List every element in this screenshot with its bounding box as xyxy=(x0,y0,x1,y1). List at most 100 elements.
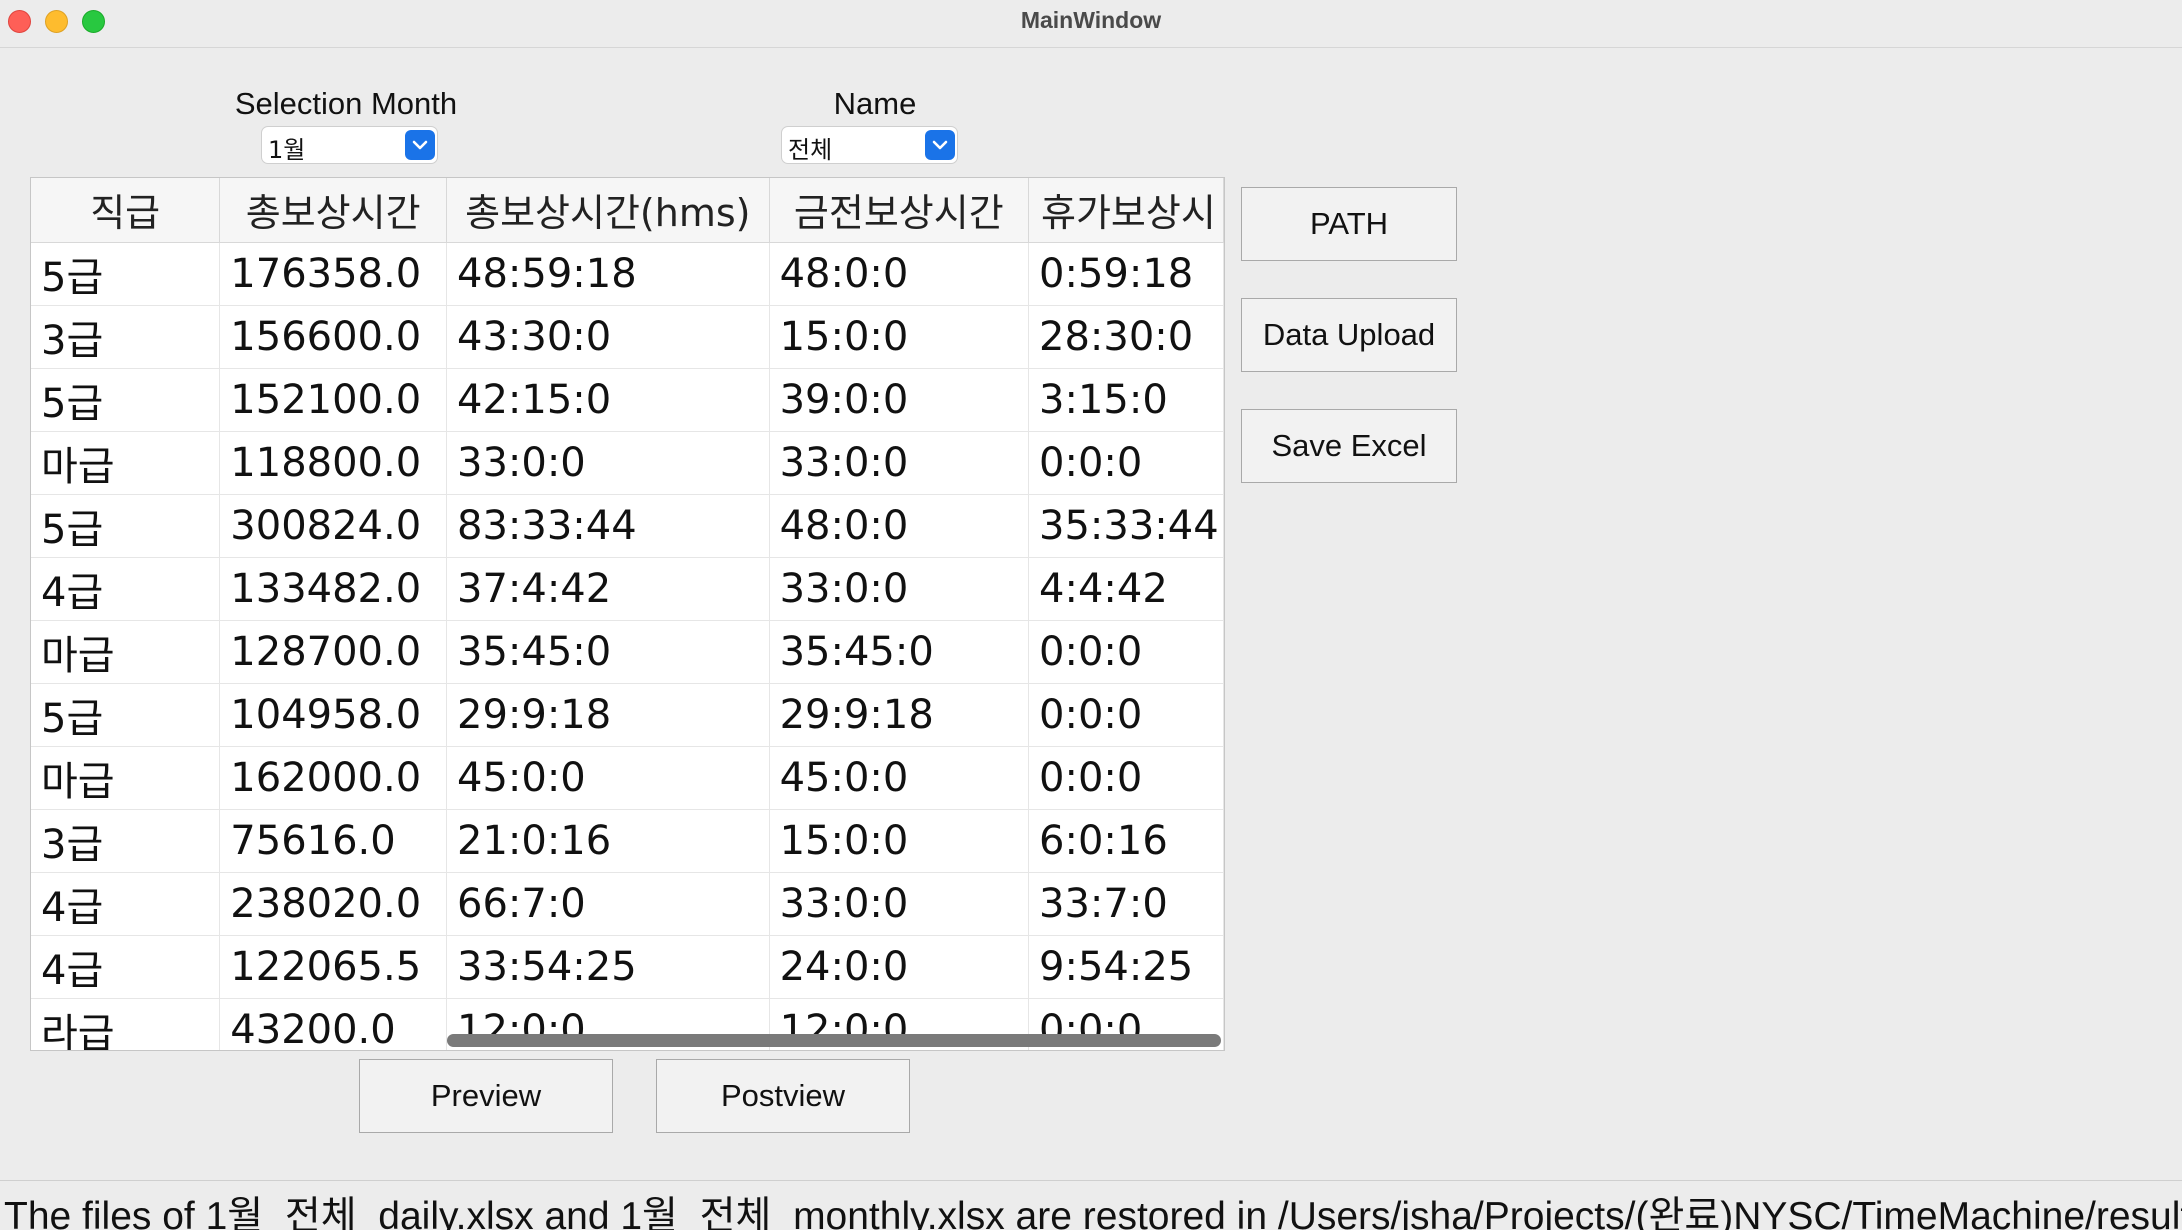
chevron-down-icon[interactable] xyxy=(925,130,955,160)
table-cell[interactable]: 48:0:0 xyxy=(769,494,1030,558)
table-cell[interactable]: 24:0:0 xyxy=(769,935,1030,999)
table-cell[interactable]: 43200.0 xyxy=(219,998,447,1050)
table-cell[interactable]: 75616.0 xyxy=(219,809,447,873)
table-row[interactable]: 3급 75616.0 21:0:16 15:0:0 6:0:16 xyxy=(31,809,1224,873)
column-header[interactable]: 직급 xyxy=(31,178,221,243)
table-cell[interactable]: 300824.0 xyxy=(219,494,447,558)
table-cell[interactable]: 0:59:18 xyxy=(1028,242,1224,306)
table-cell[interactable]: 33:0:0 xyxy=(769,872,1030,936)
table-cell[interactable]: 라급 xyxy=(31,998,221,1050)
table-cell[interactable]: 42:15:0 xyxy=(446,368,770,432)
table-cell[interactable]: 3:15:0 xyxy=(1028,368,1224,432)
table-cell[interactable]: 176358.0 xyxy=(219,242,447,306)
table-row[interactable]: 마급 128700.0 35:45:0 35:45:0 0:0:0 xyxy=(31,620,1224,684)
table-cell[interactable]: 162000.0 xyxy=(219,746,447,810)
table-row[interactable]: 마급 162000.0 45:0:0 45:0:0 0:0:0 xyxy=(31,746,1224,810)
horizontal-scrollbar[interactable] xyxy=(447,1034,1221,1047)
table-row[interactable]: 4급 133482.0 37:4:42 33:0:0 4:4:42 xyxy=(31,557,1224,621)
table-cell[interactable]: 48:0:0 xyxy=(769,242,1030,306)
save-excel-button[interactable]: Save Excel xyxy=(1241,409,1457,483)
table-cell[interactable]: 238020.0 xyxy=(219,872,447,936)
table-cell[interactable]: 3급 xyxy=(31,809,221,873)
table-cell[interactable]: 5급 xyxy=(31,683,221,747)
table-cell[interactable]: 4급 xyxy=(31,935,221,999)
table-header-row: 직급 총보상시간 총보상시간(hms) 금전보상시간 휴가보상시 xyxy=(31,178,1224,243)
table-row[interactable]: 5급 176358.0 48:59:18 48:0:0 0:59:18 xyxy=(31,242,1224,306)
month-select-value: 1월 xyxy=(268,136,306,164)
table-cell[interactable]: 5급 xyxy=(31,368,221,432)
title-bar: MainWindow xyxy=(0,0,2182,48)
table-cell[interactable]: 29:9:18 xyxy=(446,683,770,747)
data-table[interactable]: 직급 총보상시간 총보상시간(hms) 금전보상시간 휴가보상시 5급 1763… xyxy=(30,177,1225,1051)
table-row[interactable]: 3급 156600.0 43:30:0 15:0:0 28:30:0 xyxy=(31,305,1224,369)
table-cell[interactable]: 37:4:42 xyxy=(446,557,770,621)
chevron-down-icon[interactable] xyxy=(405,130,435,160)
table-cell[interactable]: 0:0:0 xyxy=(1028,620,1224,684)
column-header[interactable]: 총보상시간 xyxy=(219,178,447,243)
table-cell[interactable]: 33:0:0 xyxy=(769,557,1030,621)
table-cell[interactable]: 45:0:0 xyxy=(446,746,770,810)
table-cell[interactable]: 48:59:18 xyxy=(446,242,770,306)
table-cell[interactable]: 28:30:0 xyxy=(1028,305,1224,369)
table-cell[interactable]: 15:0:0 xyxy=(769,305,1030,369)
table-cell[interactable]: 156600.0 xyxy=(219,305,447,369)
postview-button[interactable]: Postview xyxy=(656,1059,910,1133)
table-cell[interactable]: 128700.0 xyxy=(219,620,447,684)
table-cell[interactable]: 29:9:18 xyxy=(769,683,1030,747)
table-cell[interactable]: 118800.0 xyxy=(219,431,447,495)
column-header[interactable]: 총보상시간(hms) xyxy=(446,178,770,243)
column-header[interactable]: 휴가보상시 xyxy=(1028,178,1224,243)
table-cell[interactable]: 4급 xyxy=(31,872,221,936)
table-cell[interactable]: 0:0:0 xyxy=(1028,746,1224,810)
table-cell[interactable]: 0:0:0 xyxy=(1028,431,1224,495)
column-header[interactable]: 금전보상시간 xyxy=(769,178,1030,243)
table-cell[interactable]: 66:7:0 xyxy=(446,872,770,936)
table-row[interactable]: 5급 104958.0 29:9:18 29:9:18 0:0:0 xyxy=(31,683,1224,747)
table-cell[interactable]: 122065.5 xyxy=(219,935,447,999)
name-select-value: 전체 xyxy=(788,136,833,164)
table-cell[interactable]: 33:7:0 xyxy=(1028,872,1224,936)
main-window: MainWindow Selection Month 1월 Name 전체 직급… xyxy=(0,0,2182,1230)
table-cell[interactable]: 33:54:25 xyxy=(446,935,770,999)
table-cell[interactable]: 35:45:0 xyxy=(769,620,1030,684)
table-row[interactable]: 5급 300824.0 83:33:44 48:0:0 35:33:44 xyxy=(31,494,1224,558)
table-cell[interactable]: 133482.0 xyxy=(219,557,447,621)
table-cell[interactable]: 6:0:16 xyxy=(1028,809,1224,873)
table-cell[interactable]: 15:0:0 xyxy=(769,809,1030,873)
table-cell[interactable]: 9:54:25 xyxy=(1028,935,1224,999)
table-cell[interactable]: 4급 xyxy=(31,557,221,621)
month-label: Selection Month xyxy=(234,86,458,121)
name-select[interactable]: 전체 xyxy=(782,127,957,164)
data-upload-button[interactable]: Data Upload xyxy=(1241,298,1457,372)
table-cell[interactable]: 152100.0 xyxy=(219,368,447,432)
table-cell[interactable]: 83:33:44 xyxy=(446,494,770,558)
table-cell[interactable]: 39:0:0 xyxy=(769,368,1030,432)
month-select[interactable]: 1월 xyxy=(262,127,437,164)
table-cell[interactable]: 35:45:0 xyxy=(446,620,770,684)
table-cell[interactable]: 43:30:0 xyxy=(446,305,770,369)
preview-button[interactable]: Preview xyxy=(359,1059,613,1133)
table-cell[interactable]: 마급 xyxy=(31,746,221,810)
name-label: Name xyxy=(833,86,917,121)
table-cell[interactable]: 5급 xyxy=(31,494,221,558)
path-button[interactable]: PATH xyxy=(1241,187,1457,261)
table-cell[interactable]: 0:0:0 xyxy=(1028,683,1224,747)
status-message: The files of 1월_전체_daily.xlsx and 1월_전체_… xyxy=(4,1195,2182,1230)
table-cell[interactable]: 4:4:42 xyxy=(1028,557,1224,621)
table-row[interactable]: 5급 152100.0 42:15:0 39:0:0 3:15:0 xyxy=(31,368,1224,432)
table-cell[interactable]: 3급 xyxy=(31,305,221,369)
table-row[interactable]: 4급 238020.0 66:7:0 33:0:0 33:7:0 xyxy=(31,872,1224,936)
table-grid: 직급 총보상시간 총보상시간(hms) 금전보상시간 휴가보상시 5급 1763… xyxy=(31,178,1224,1050)
table-cell[interactable]: 45:0:0 xyxy=(769,746,1030,810)
table-cell[interactable]: 마급 xyxy=(31,431,221,495)
table-cell[interactable]: 21:0:16 xyxy=(446,809,770,873)
table-row[interactable]: 마급 118800.0 33:0:0 33:0:0 0:0:0 xyxy=(31,431,1224,495)
table-cell[interactable]: 35:33:44 xyxy=(1028,494,1224,558)
table-cell[interactable]: 33:0:0 xyxy=(769,431,1030,495)
table-cell[interactable]: 33:0:0 xyxy=(446,431,770,495)
table-row[interactable]: 4급 122065.5 33:54:25 24:0:0 9:54:25 xyxy=(31,935,1224,999)
table-cell[interactable]: 104958.0 xyxy=(219,683,447,747)
table-cell[interactable]: 마급 xyxy=(31,620,221,684)
status-bar: The files of 1월_전체_daily.xlsx and 1월_전체_… xyxy=(0,1180,2182,1230)
table-cell[interactable]: 5급 xyxy=(31,242,221,306)
